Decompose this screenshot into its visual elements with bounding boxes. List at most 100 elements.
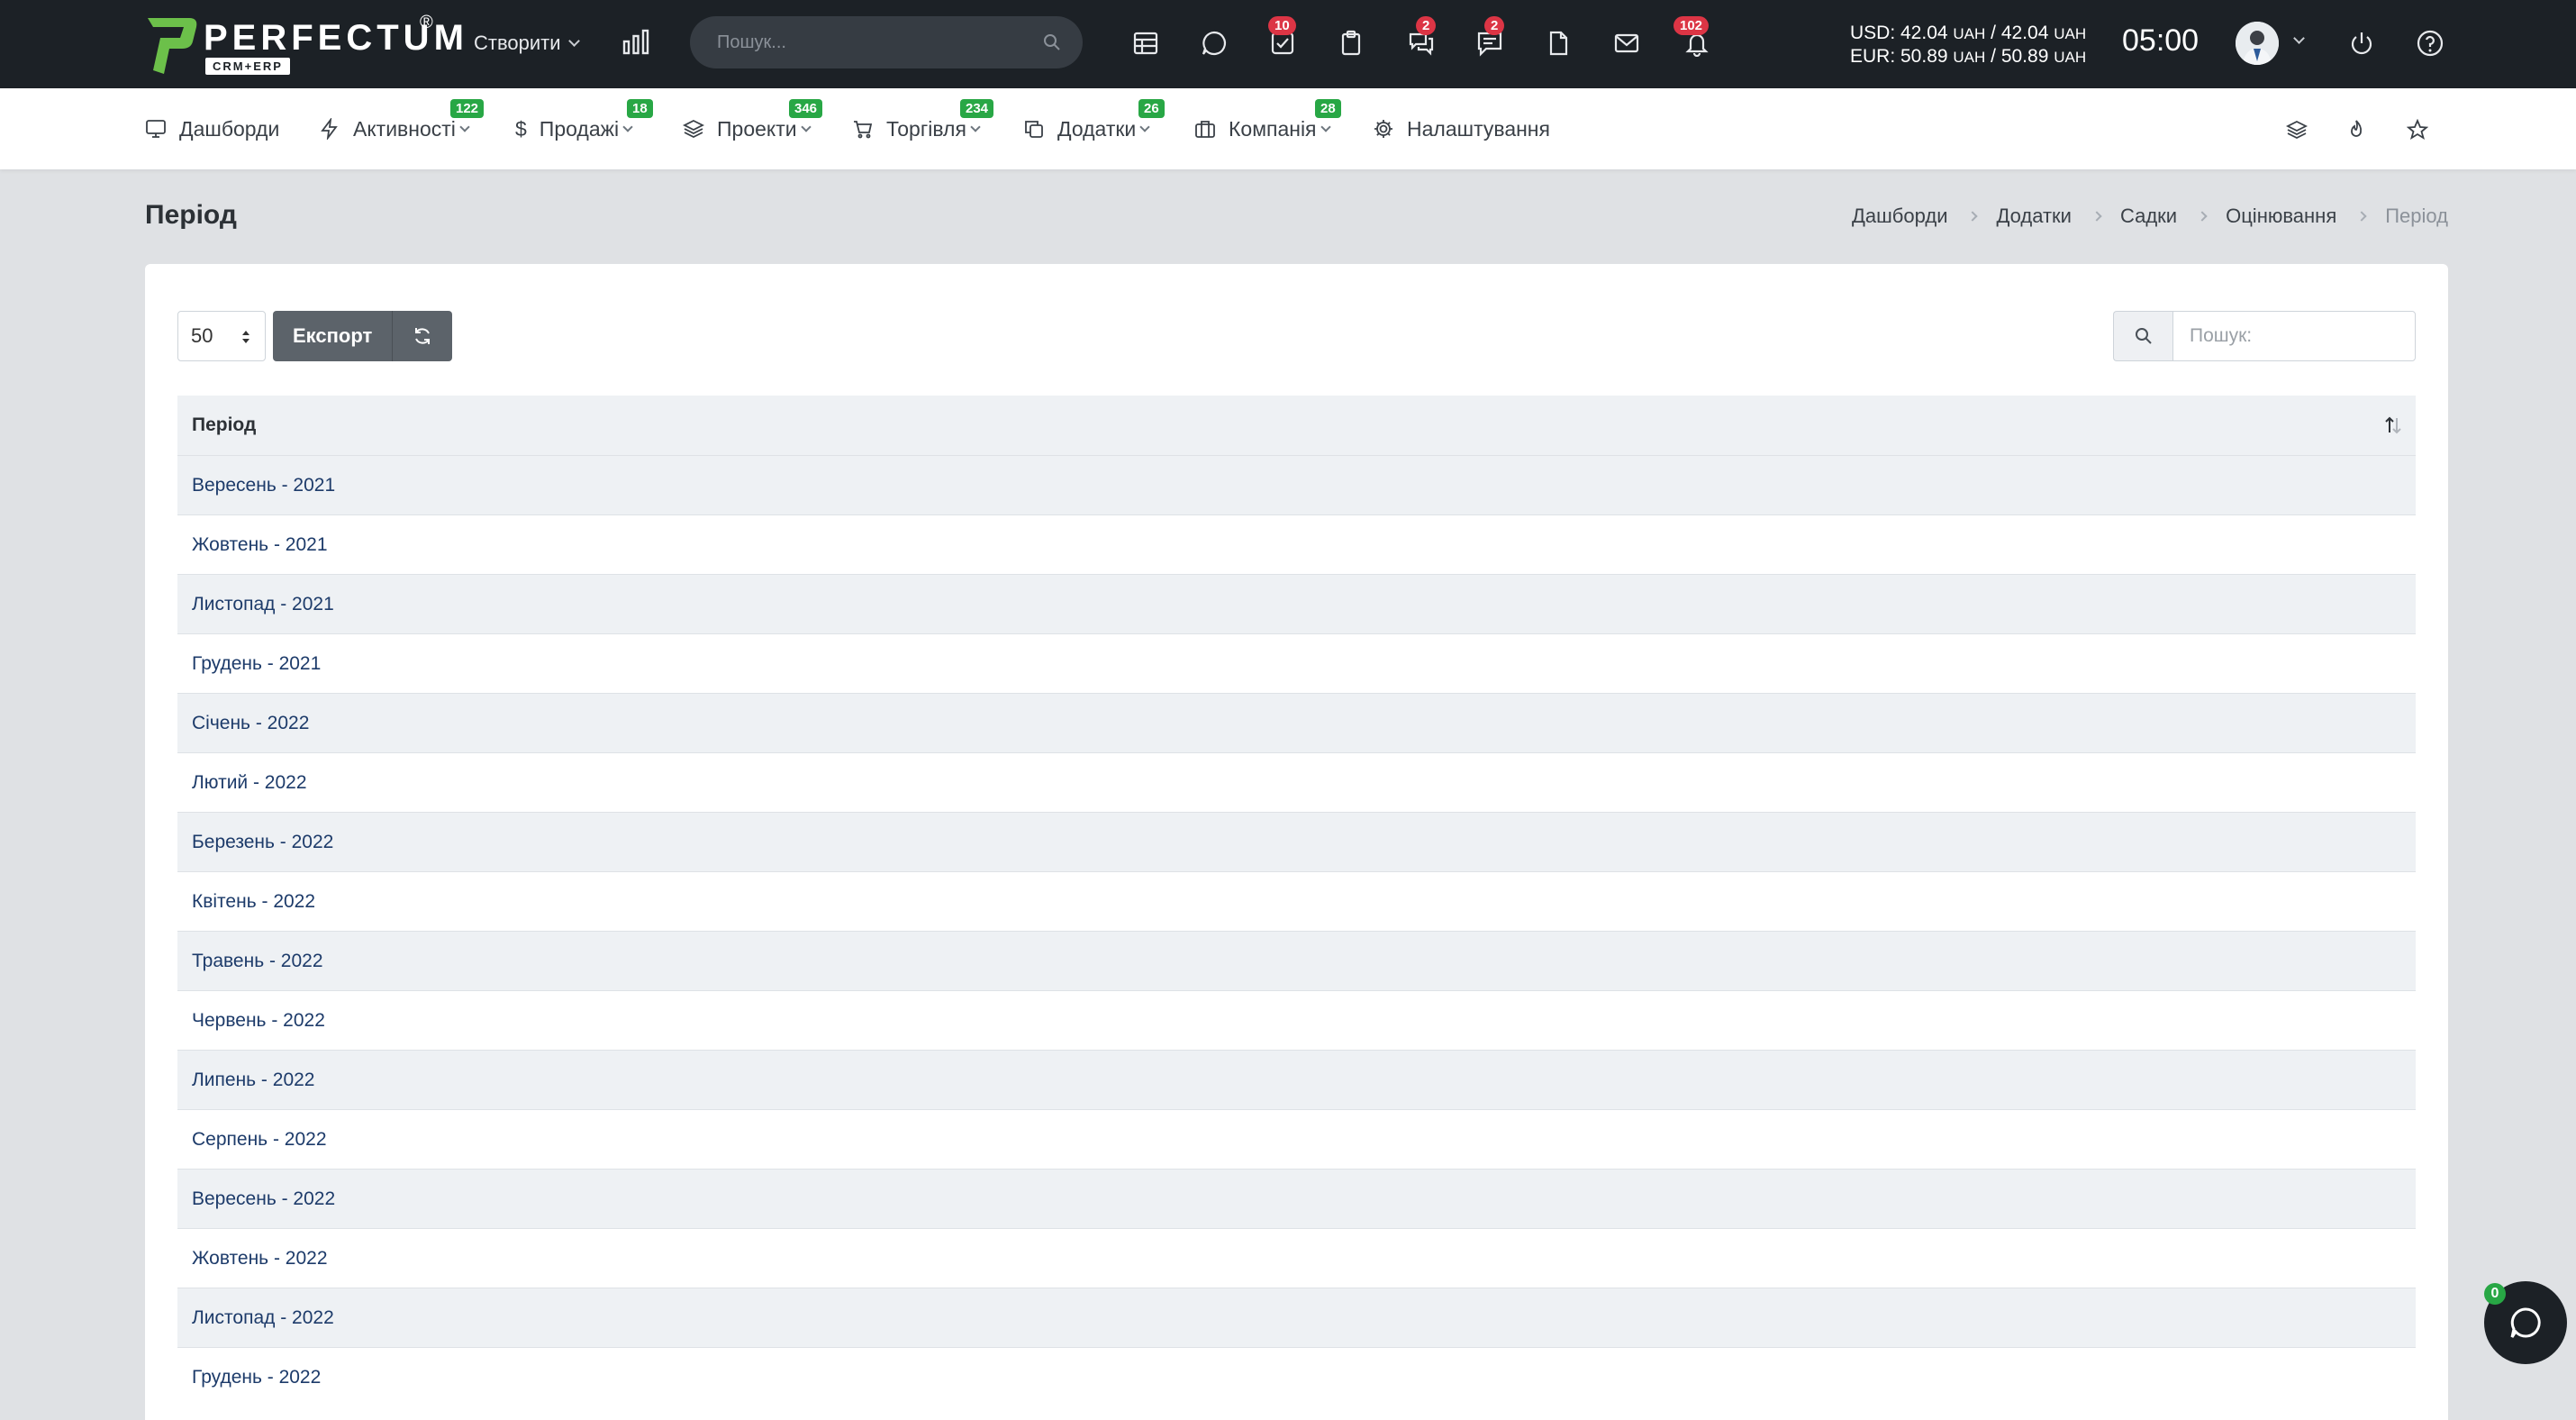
column-header-period[interactable]: Період xyxy=(177,396,2416,455)
help-icon[interactable] xyxy=(2412,25,2448,61)
sort-icon xyxy=(2385,416,2401,434)
dollar-icon: $ xyxy=(515,116,527,141)
table-row[interactable]: Липень - 2022 xyxy=(177,1050,2416,1109)
table-row[interactable]: Листопад - 2021 xyxy=(177,574,2416,633)
table-body: Вересень - 2021 Жовтень - 2021 Листопад … xyxy=(177,455,2416,1406)
breadcrumb-evaluation[interactable]: Оцінювання xyxy=(2226,205,2336,228)
chevron-down-icon[interactable] xyxy=(2293,32,2305,44)
table-row[interactable]: Березень - 2022 xyxy=(177,812,2416,871)
comments-badge: 2 xyxy=(1484,16,1505,35)
fire-icon[interactable] xyxy=(2338,112,2374,148)
search-icon xyxy=(2113,311,2172,361)
chevron-down-icon xyxy=(800,122,812,132)
perfectum-logo[interactable]: PERFECTUM ® CRM+ERP xyxy=(144,13,464,77)
chevron-right-icon xyxy=(1967,211,1979,222)
page-length-value: 50 xyxy=(191,324,213,347)
export-button[interactable]: Експорт xyxy=(273,311,394,361)
gear-icon xyxy=(1374,120,1392,138)
content-card: 50 Експорт Період Вересень - 2021 Жовтен… xyxy=(145,264,2448,1420)
calendar-table-icon[interactable] xyxy=(1128,25,1164,61)
notifications-badge: 102 xyxy=(1673,16,1710,35)
sort-select-icon xyxy=(242,331,249,343)
table-search xyxy=(2113,311,2416,361)
avatar[interactable] xyxy=(2236,22,2279,65)
breadcrumb-dashboards[interactable]: Дашборди xyxy=(1852,205,1947,228)
power-icon[interactable] xyxy=(2344,25,2380,61)
table-row[interactable]: Лютий - 2022 xyxy=(177,752,2416,812)
nav-item-company[interactable]: Компанія xyxy=(1194,88,1331,169)
table-row[interactable]: Січень - 2022 xyxy=(177,693,2416,752)
cart-icon xyxy=(854,121,873,139)
document-icon[interactable] xyxy=(1540,25,1576,61)
chevron-right-icon xyxy=(2356,211,2367,222)
table-row[interactable]: Грудень - 2021 xyxy=(177,633,2416,693)
breadcrumb: Дашборди Додатки Садки Оцінювання Період xyxy=(1852,205,2448,228)
chevron-down-icon xyxy=(970,122,981,132)
currency-rates: USD: 42.04 UAH / 42.04 UAH EUR: 50.89 UA… xyxy=(1850,22,2086,68)
refresh-button[interactable] xyxy=(393,311,453,361)
logo-subtitle: CRM+ERP xyxy=(205,58,290,75)
usd-rate: USD: 42.04 UAH / 42.04 UAH xyxy=(1850,23,2087,43)
statistics-icon[interactable] xyxy=(621,27,650,56)
column-header-label: Період xyxy=(192,414,257,435)
nav-label: Проекти xyxy=(717,116,797,141)
briefcase-icon xyxy=(1195,121,1215,138)
table-row[interactable]: Жовтень - 2022 xyxy=(177,1228,2416,1288)
table-row[interactable]: Червень - 2022 xyxy=(177,990,2416,1050)
nav-label: Продажі xyxy=(539,116,620,141)
table-row[interactable]: Вересень - 2022 xyxy=(177,1169,2416,1228)
clock: 05:00 xyxy=(2122,23,2200,58)
layers-toggle-icon[interactable] xyxy=(2279,112,2315,148)
page-title: Період xyxy=(145,200,237,230)
period-table: Період Вересень - 2021 Жовтень - 2021 Ли… xyxy=(177,396,2416,1406)
nav-label: Дашборди xyxy=(179,116,280,141)
table-row[interactable]: Травень - 2022 xyxy=(177,931,2416,990)
nav-item-addons[interactable]: Додатки xyxy=(1023,88,1150,169)
table-search-input[interactable] xyxy=(2172,311,2416,361)
nav-item-settings[interactable]: Налаштування xyxy=(1373,88,1550,169)
table-row[interactable]: Грудень - 2022 xyxy=(177,1347,2416,1406)
chevron-right-icon xyxy=(2091,211,2102,222)
refresh-icon xyxy=(415,328,431,344)
logo-mark-icon xyxy=(148,18,197,74)
company-badge: 28 xyxy=(1315,99,1341,118)
nav-item-dashboards[interactable]: Дашборди xyxy=(145,88,279,169)
dashboard-icon xyxy=(146,120,166,138)
page-length-select[interactable]: 50 xyxy=(177,311,266,361)
breadcrumb-kindergartens[interactable]: Садки xyxy=(2120,205,2177,228)
breadcrumb-current: Період xyxy=(2385,205,2448,227)
addons-badge: 26 xyxy=(1138,99,1165,118)
chat-bubble-icon xyxy=(2510,1307,2541,1338)
nav-label: Активності xyxy=(353,116,456,141)
table-row[interactable]: Листопад - 2022 xyxy=(177,1288,2416,1347)
search-icon[interactable] xyxy=(1043,33,1061,51)
nav-item-activities[interactable]: Активності xyxy=(319,88,470,169)
logo-registered: ® xyxy=(420,13,433,32)
sales-badge: 18 xyxy=(627,99,653,118)
clipboard-icon[interactable] xyxy=(1333,25,1369,61)
table-row[interactable]: Вересень - 2021 xyxy=(177,455,2416,514)
table-row[interactable]: Квітень - 2022 xyxy=(177,871,2416,931)
activities-badge: 122 xyxy=(450,99,485,118)
tasks-badge: 10 xyxy=(1268,16,1296,35)
global-search-input[interactable] xyxy=(717,16,1023,68)
copy-icon xyxy=(1025,121,1043,138)
breadcrumb-addons[interactable]: Додатки xyxy=(1996,205,2071,228)
table-row[interactable]: Серпень - 2022 xyxy=(177,1109,2416,1169)
create-dropdown[interactable]: Створити xyxy=(474,27,580,59)
table-row[interactable]: Жовтень - 2021 xyxy=(177,514,2416,574)
chevron-down-icon xyxy=(1320,122,1331,132)
eur-rate: EUR: 50.89 UAH / 50.89 UAH xyxy=(1850,46,2087,67)
projects-badge: 346 xyxy=(789,99,823,118)
nav-label: Торгівля xyxy=(886,116,966,141)
star-icon[interactable] xyxy=(2399,112,2435,148)
top-header: PERFECTUM ® CRM+ERP Створити 10 2 2 xyxy=(0,0,2576,88)
mail-icon[interactable] xyxy=(1609,25,1645,61)
chat-icon[interactable] xyxy=(1196,25,1232,61)
global-search[interactable] xyxy=(690,16,1083,68)
chevron-down-icon xyxy=(567,34,580,47)
nav-item-sales[interactable]: $ Продажі xyxy=(515,88,633,169)
chat-badge: 0 xyxy=(2484,1283,2506,1305)
nav-label: Додатки xyxy=(1057,116,1137,141)
layers-icon xyxy=(683,119,704,139)
